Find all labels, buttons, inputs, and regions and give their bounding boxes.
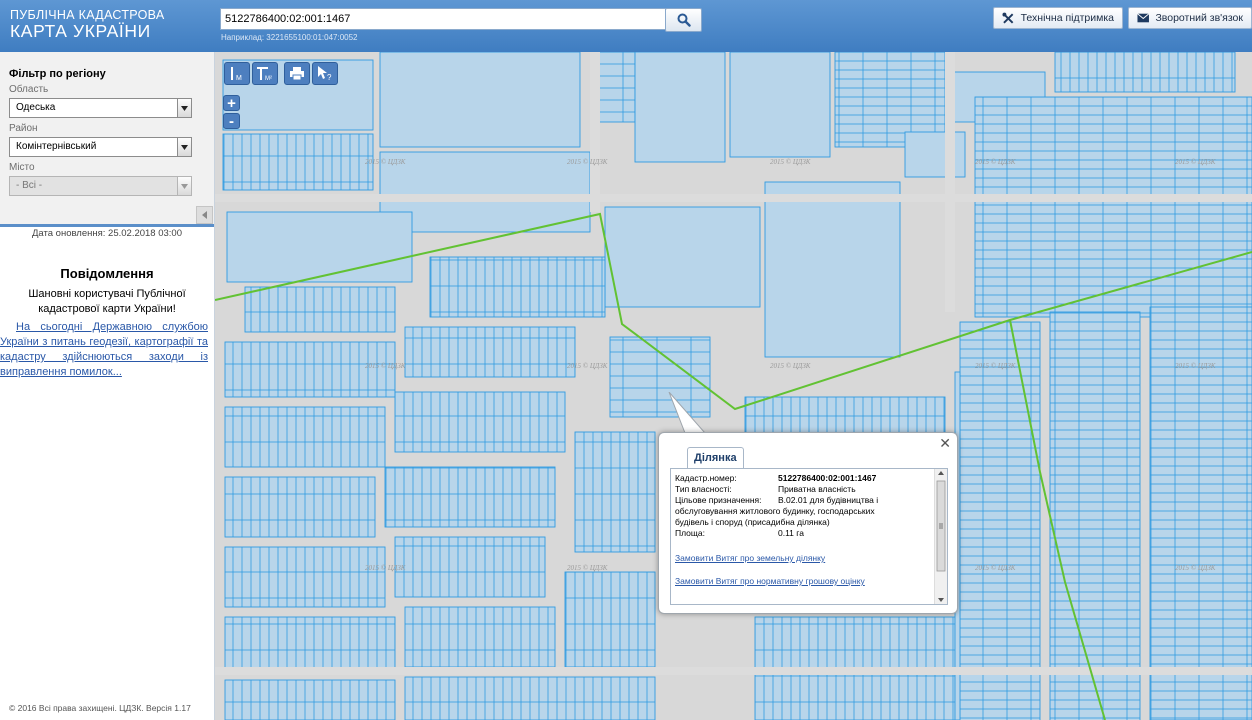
- cursor-help-icon: ?: [318, 66, 332, 81]
- logo-line2: КАРТА УКРАЇНИ: [10, 21, 151, 41]
- area-value: 0.11 га: [778, 528, 804, 538]
- parcel-details: Кадастр.номер: 5122786400:02:001:1467 Ти…: [675, 473, 935, 586]
- identify-button[interactable]: ?: [312, 62, 338, 85]
- close-icon[interactable]: ✕: [939, 435, 951, 452]
- parcel-info-popup: ✕ Ділянка Кадастр.номер: 5122786400:02:0…: [658, 432, 958, 614]
- envelope-icon: [1137, 13, 1150, 23]
- printer-icon: [290, 67, 304, 80]
- region-filter: Фільтр по регіону Область Одеська Район …: [0, 52, 214, 224]
- raion-value: Комінтернівський: [16, 141, 97, 152]
- misto-select[interactable]: - Всі -: [9, 176, 192, 196]
- chevron-down-icon: [177, 138, 191, 156]
- ownership-row: Тип власності: Приватна власність: [675, 484, 935, 495]
- update-date: Дата оновлення: 25.02.2018 03:00: [31, 228, 183, 239]
- purpose-value: В.02.01 для будівництва і обслуговування…: [675, 495, 879, 527]
- watermark: 2015 © ЦДЗК: [365, 158, 406, 166]
- message-greeting: Шановні користувачі Публічної кадастрово…: [28, 288, 186, 315]
- watermark: 2015 © ЦДЗК: [567, 158, 608, 166]
- popup-pointer: [668, 392, 705, 437]
- header-bar: ПУБЛІЧНА КАДАСТРОВА КАРТА УКРАЇНИ Наприк…: [0, 0, 1252, 52]
- feedback-button[interactable]: Зворотний зв'язок: [1128, 7, 1252, 29]
- oblast-label: Область: [9, 84, 49, 95]
- ruler-icon: M: [231, 67, 242, 81]
- cadastral-search-input[interactable]: [220, 8, 666, 30]
- support-button[interactable]: Технічна підтримка: [993, 7, 1123, 29]
- watermark: 2015 © ЦДЗК: [770, 158, 811, 166]
- cadastral-map[interactable]: 2015 © ЦДЗК 2015 © ЦДЗК 2015 © ЦДЗК 2015…: [215, 52, 1252, 720]
- site-logo[interactable]: ПУБЛІЧНА КАДАСТРОВА КАРТА УКРАЇНИ: [10, 9, 165, 41]
- ownership-value: Приватна власність: [778, 484, 856, 494]
- cad-label: Кадастр.номер:: [675, 473, 737, 483]
- watermark: 2015 © ЦДЗК: [1175, 158, 1216, 166]
- raion-select[interactable]: Комінтернівський: [9, 137, 192, 157]
- svg-text:M²: M²: [265, 76, 272, 81]
- zoom-out-button[interactable]: -: [223, 113, 240, 130]
- watermark: 2015 © ЦДЗК: [1175, 362, 1216, 370]
- map-canvas[interactable]: 2015 © ЦДЗК 2015 © ЦДЗК 2015 © ЦДЗК 2015…: [215, 52, 1252, 720]
- sidebar: Фільтр по регіону Область Одеська Район …: [0, 52, 215, 720]
- tools-icon: [1002, 12, 1014, 24]
- raion-label: Район: [9, 123, 38, 134]
- popup-scrollbar[interactable]: [934, 469, 947, 604]
- watermark: 2015 © ЦДЗК: [1175, 564, 1216, 572]
- cad-row: Кадастр.номер: 5122786400:02:001:1467: [675, 473, 935, 484]
- watermark: 2015 © ЦДЗК: [975, 564, 1016, 572]
- filter-title: Фільтр по регіону: [9, 68, 106, 80]
- misto-label: Місто: [9, 162, 35, 173]
- svg-text:M: M: [236, 75, 242, 81]
- order-valuation-link[interactable]: Замовити Витяг про нормативну грошову оц…: [675, 576, 865, 586]
- scrollbar-track: [936, 471, 946, 602]
- zoom-in-button[interactable]: +: [223, 95, 240, 112]
- watermark: 2015 © ЦДЗК: [567, 564, 608, 572]
- svg-text:?: ?: [327, 73, 332, 81]
- message-link[interactable]: На сьогодні Державною службою України з …: [0, 320, 208, 380]
- area-icon: M²: [257, 67, 272, 81]
- watermark: 2015 © ЦДЗК: [770, 362, 811, 370]
- cad-value: 5122786400:02:001:1467: [778, 473, 877, 483]
- chevron-down-icon: [177, 99, 191, 117]
- collapse-sidebar-button[interactable]: [196, 206, 213, 224]
- oblast-select[interactable]: Одеська: [9, 98, 192, 118]
- tab-parcel[interactable]: Ділянка: [687, 447, 744, 468]
- search-example-hint: Наприклад: 3221655100:01:047:0052: [221, 33, 358, 42]
- feedback-label: Зворотний зв'язок: [1155, 12, 1243, 24]
- measure-distance-button[interactable]: M: [224, 62, 250, 85]
- watermark: 2015 © ЦДЗК: [365, 362, 406, 370]
- print-button[interactable]: [284, 62, 310, 85]
- support-label: Технічна підтримка: [1020, 12, 1114, 24]
- watermark: 2015 © ЦДЗК: [365, 564, 406, 572]
- popup-body: Кадастр.номер: 5122786400:02:001:1467 Ти…: [670, 468, 948, 605]
- order-extract-link[interactable]: Замовити Витяг про земельну ділянку: [675, 553, 825, 563]
- watermark: 2015 © ЦДЗК: [975, 158, 1016, 166]
- copyright: © 2016 Всі права захищені. ЦДЗК. Версія …: [9, 703, 191, 713]
- search-icon: [677, 13, 691, 27]
- watermark: 2015 © ЦДЗК: [567, 362, 608, 370]
- ownership-label: Тип власності:: [675, 484, 732, 494]
- message-title: Повідомлення: [60, 266, 154, 281]
- area-row: Площа: 0.11 га: [675, 528, 935, 539]
- area-label: Площа:: [675, 528, 705, 538]
- search-button[interactable]: [665, 8, 702, 32]
- chevron-down-icon: [177, 177, 191, 195]
- chevron-left-icon: [202, 211, 207, 219]
- oblast-value: Одеська: [16, 102, 56, 113]
- misto-value: - Всі -: [16, 180, 43, 191]
- measure-area-button[interactable]: M²: [252, 62, 278, 85]
- sidebar-divider: [0, 224, 214, 227]
- watermark: 2015 © ЦДЗК: [975, 362, 1016, 370]
